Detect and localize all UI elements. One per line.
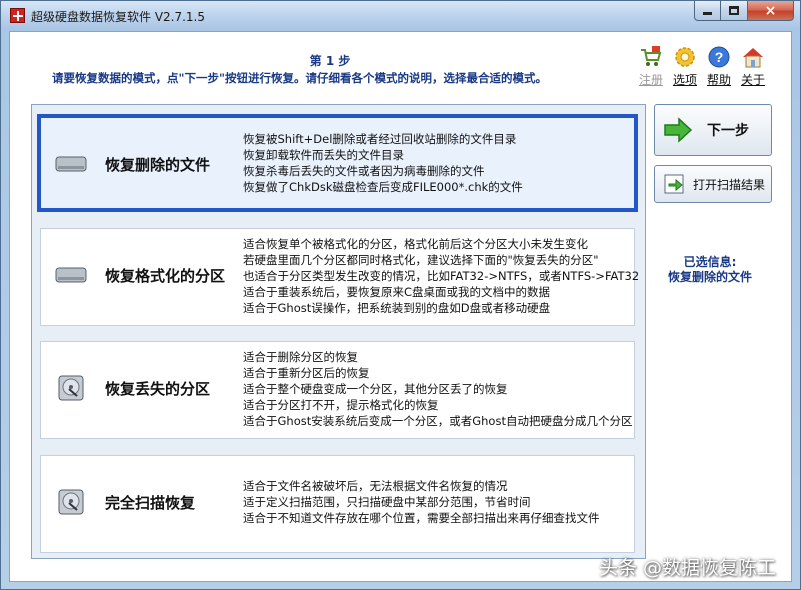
maximize-icon <box>729 6 739 15</box>
toolbar-register[interactable]: 注册 <box>638 45 664 88</box>
mode-full-scan[interactable]: 完全扫描恢复 适合于文件名被破坏后，无法根据文件名恢复的情况 适于定义扫描范围，… <box>40 455 635 553</box>
description-line: 适合于不知道文件存放在哪个位置，需要全部扫描出来再仔细查找文件 <box>243 511 600 525</box>
description-line: 适合于重装系统后，要恢复原来C盘桌面或我的文档中的数据 <box>243 285 551 299</box>
app-icon <box>10 8 25 23</box>
mode-recover-deleted[interactable]: 恢复删除的文件 恢复被Shift+Del删除或者经过回收站删除的文件目录 恢复卸… <box>37 114 638 212</box>
mode-recover-lost-partition[interactable]: 恢复丢失的分区 适合于删除分区的恢复 适合于重新分区后的恢复 适合于整个硬盘变成… <box>40 341 635 439</box>
help-icon: ? <box>707 45 731 69</box>
minimize-icon <box>703 12 712 15</box>
toolbar-label-register: 注册 <box>638 73 663 87</box>
close-icon: × <box>764 2 777 19</box>
description-line: 恢复杀毒后丢失的文件或者因为病毒删除的文件 <box>243 164 485 178</box>
mode-name: 恢复删除的文件 <box>105 156 211 174</box>
recovery-mode-list: 恢复删除的文件 恢复被Shift+Del删除或者经过回收站删除的文件目录 恢复卸… <box>31 104 646 559</box>
step-instruction: 请要恢复数据的模式，点"下一步"按钮进行恢复。请仔细看各个模式的说明，选择最合适… <box>52 71 547 85</box>
app-window: 超级硬盘数据恢复软件 V2.7.1.5 × 第 1 步 请要恢复数据的模式，点"… <box>0 0 801 590</box>
mode-name: 恢复格式化的分区 <box>105 267 226 285</box>
window-title: 超级硬盘数据恢复软件 V2.7.1.5 <box>31 10 206 24</box>
toolbar-options[interactable]: 选项 <box>672 45 698 88</box>
description-line: 适合于重新分区后的恢复 <box>243 366 370 380</box>
description-line: 恢复被Shift+Del删除或者经过回收站删除的文件目录 <box>243 132 517 146</box>
mode-name: 完全扫描恢复 <box>105 494 196 512</box>
mode-recover-formatted[interactable]: 恢复格式化的分区 适合恢复单个被格式化的分区，格式化前后这个分区大小未发生变化 … <box>40 228 639 326</box>
mode-description: 适合于文件名被破坏后，无法根据文件名恢复的情况 适于定义扫描范围，只扫描硬盘中某… <box>243 478 600 526</box>
mode-name: 恢复丢失的分区 <box>105 380 211 398</box>
open-results-icon <box>664 174 684 194</box>
description-line: 若硬盘里面几个分区都同时格式化，建议选择下面的"恢复丢失的分区" <box>243 253 599 267</box>
toolbar-help[interactable]: ? 帮助 <box>706 45 732 88</box>
description-line: 恢复做了ChkDsk磁盘检查后变成FILE000*.chk的文件 <box>243 180 523 194</box>
title-bar[interactable]: 超级硬盘数据恢复软件 V2.7.1.5 × <box>1 1 800 31</box>
home-icon <box>741 45 765 69</box>
svg-text:?: ? <box>715 49 724 65</box>
top-toolbar: 注册 选项 ? 帮助 关于 <box>638 45 766 88</box>
description-line: 恢复卸载软件而丢失的文件目录 <box>243 148 404 162</box>
description-line: 也适合于分区类型发生改变的情况，比如FAT32->NTFS，或者NTFS->FA… <box>243 269 640 283</box>
toolbar-label-options: 选项 <box>672 73 697 87</box>
selected-info: 已选信息: 恢复删除的文件 <box>650 255 770 285</box>
minimize-button[interactable] <box>694 1 721 21</box>
watermark: 头条 @数据恢复陈工 <box>599 557 777 579</box>
description-line: 适合于文件名被破坏后，无法根据文件名恢复的情况 <box>243 479 508 493</box>
description-line: 适合于删除分区的恢复 <box>243 350 358 364</box>
step-title: 第 1 步 <box>309 54 351 68</box>
client-area: 第 1 步 请要恢复数据的模式，点"下一步"按钮进行恢复。请仔细看各个模式的说明… <box>9 31 792 582</box>
green-arrow-icon <box>663 117 693 143</box>
open-scan-results-label: 打开扫描结果 <box>693 177 766 192</box>
description-line: 适合于分区打不开，提示格式化的恢复 <box>243 398 439 412</box>
next-step-button[interactable]: 下一步 <box>654 104 772 156</box>
gear-icon <box>673 45 697 69</box>
disk-platter-icon <box>55 488 87 516</box>
toolbar-label-about: 关于 <box>740 73 765 87</box>
mode-description: 恢复被Shift+Del删除或者经过回收站删除的文件目录 恢复卸载软件而丢失的文… <box>243 131 523 195</box>
disk-platter-icon <box>55 374 87 402</box>
maximize-button[interactable] <box>721 1 748 21</box>
next-step-label: 下一步 <box>707 123 749 139</box>
description-line: 适于定义扫描范围，只扫描硬盘中某部分范围，节省时间 <box>243 495 531 509</box>
toolbar-label-help: 帮助 <box>706 73 731 87</box>
description-line: 适合恢复单个被格式化的分区，格式化前后这个分区大小未发生变化 <box>243 237 588 251</box>
description-line: 适合于Ghost安装系统后变成一个分区，或者Ghost自动把硬盘分成几个分区 <box>243 414 633 428</box>
toolbar-about[interactable]: 关于 <box>740 45 766 88</box>
window-controls: × <box>694 1 794 21</box>
hard-disk-icon <box>55 264 87 286</box>
hard-disk-icon <box>55 153 87 175</box>
mode-description: 适合于删除分区的恢复 适合于重新分区后的恢复 适合于整个硬盘变成一个分区，其他分… <box>243 349 632 429</box>
cart-icon <box>639 45 663 69</box>
open-scan-results-button[interactable]: 打开扫描结果 <box>654 165 772 203</box>
close-button[interactable]: × <box>748 1 794 21</box>
description-line: 适合于Ghost误操作，把系统装到别的盘如D盘或者移动硬盘 <box>243 301 551 315</box>
selected-info-label: 已选信息: <box>683 255 737 269</box>
selected-info-value: 恢复删除的文件 <box>667 270 752 284</box>
mode-description: 适合恢复单个被格式化的分区，格式化前后这个分区大小未发生变化 若硬盘里面几个分区… <box>243 236 639 316</box>
description-line: 适合于整个硬盘变成一个分区，其他分区丢了的恢复 <box>243 382 508 396</box>
